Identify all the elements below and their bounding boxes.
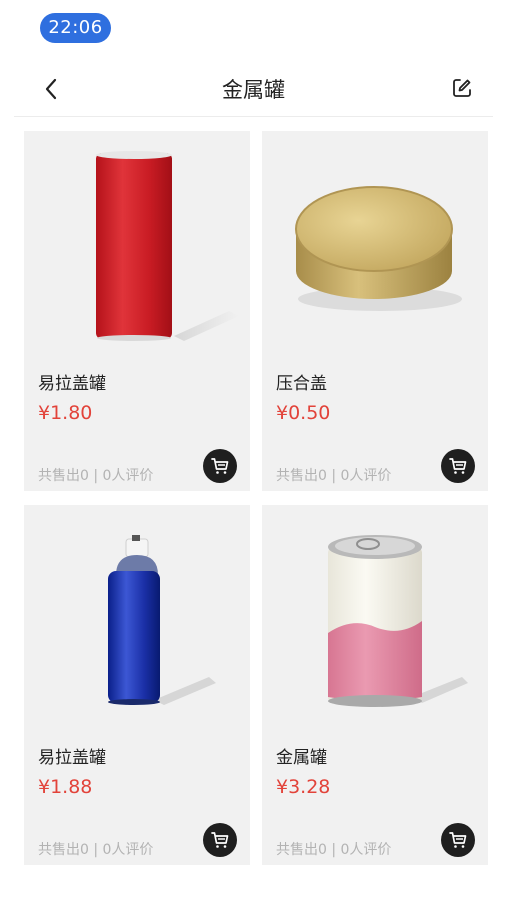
- cart-icon: [449, 458, 467, 474]
- status-bar: 22:06: [0, 0, 507, 56]
- product-image-red-can: [24, 131, 250, 359]
- cart-icon: [449, 832, 467, 848]
- navigation-bar: 金属罐: [0, 62, 507, 117]
- product-price: ¥0.50: [276, 402, 331, 424]
- product-stats: 共售出0 | 0人评价: [38, 842, 154, 858]
- cart-icon: [211, 458, 229, 474]
- product-image-blue-spray-can: [24, 505, 250, 733]
- status-time: 22:06: [40, 13, 111, 43]
- product-name: 压合盖: [276, 374, 327, 394]
- product-image-metal-can: [262, 505, 488, 733]
- product-stats: 共售出0 | 0人评价: [276, 842, 392, 858]
- cart-icon: [211, 832, 229, 848]
- product-price: ¥1.80: [38, 402, 93, 424]
- product-card[interactable]: 金属罐 ¥3.28 共售出0 | 0人评价: [262, 505, 488, 865]
- page-title: 金属罐: [222, 78, 285, 102]
- add-to-cart-button[interactable]: [441, 823, 475, 857]
- add-to-cart-button[interactable]: [203, 823, 237, 857]
- add-to-cart-button[interactable]: [441, 449, 475, 483]
- edit-icon: [453, 79, 471, 97]
- product-card[interactable]: 易拉盖罐 ¥1.80 共售出0 | 0人评价: [24, 131, 250, 491]
- product-card[interactable]: 易拉盖罐 ¥1.88 共售出0 | 0人评价: [24, 505, 250, 865]
- product-name: 金属罐: [276, 748, 327, 768]
- product-price: ¥3.28: [276, 776, 331, 798]
- product-stats: 共售出0 | 0人评价: [276, 468, 392, 484]
- product-name: 易拉盖罐: [38, 748, 106, 768]
- product-stats: 共售出0 | 0人评价: [38, 468, 154, 484]
- nav-divider: [14, 116, 493, 117]
- product-card[interactable]: 压合盖 ¥0.50 共售出0 | 0人评价: [262, 131, 488, 491]
- product-image-gold-tin: [262, 131, 488, 359]
- product-name: 易拉盖罐: [38, 374, 106, 394]
- add-to-cart-button[interactable]: [203, 449, 237, 483]
- edit-button[interactable]: [451, 77, 473, 99]
- product-price: ¥1.88: [38, 776, 93, 798]
